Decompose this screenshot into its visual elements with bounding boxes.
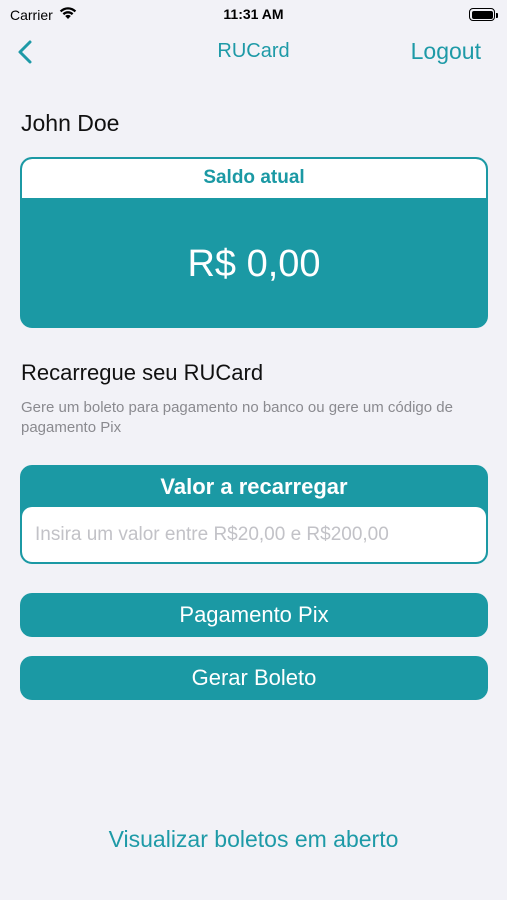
balance-card: Saldo atual R$ 0,00: [20, 157, 488, 328]
status-bar: Carrier 11:31 AM: [0, 0, 507, 30]
amount-input[interactable]: [22, 507, 486, 562]
recharge-description: Gere um boleto para pagamento no banco o…: [21, 399, 453, 436]
status-time: 11:31 AM: [223, 6, 284, 22]
logout-button[interactable]: Logout: [411, 38, 481, 65]
open-boletos-link[interactable]: Visualizar boletos em aberto: [0, 826, 507, 853]
battery-icon: [469, 8, 498, 21]
user-name: John Doe: [21, 110, 120, 136]
balance-header: Saldo atual: [22, 159, 486, 198]
navigation-bar: RUCard Logout: [0, 30, 507, 76]
pix-payment-button[interactable]: Pagamento Pix: [20, 593, 488, 637]
amount-header: Valor a recarregar: [160, 474, 348, 499]
recharge-title: Recarregue seu RUCard: [21, 360, 264, 385]
generate-boleto-button[interactable]: Gerar Boleto: [20, 656, 488, 700]
balance-value: R$ 0,00: [187, 243, 321, 285]
amount-card: Valor a recarregar: [20, 465, 488, 564]
